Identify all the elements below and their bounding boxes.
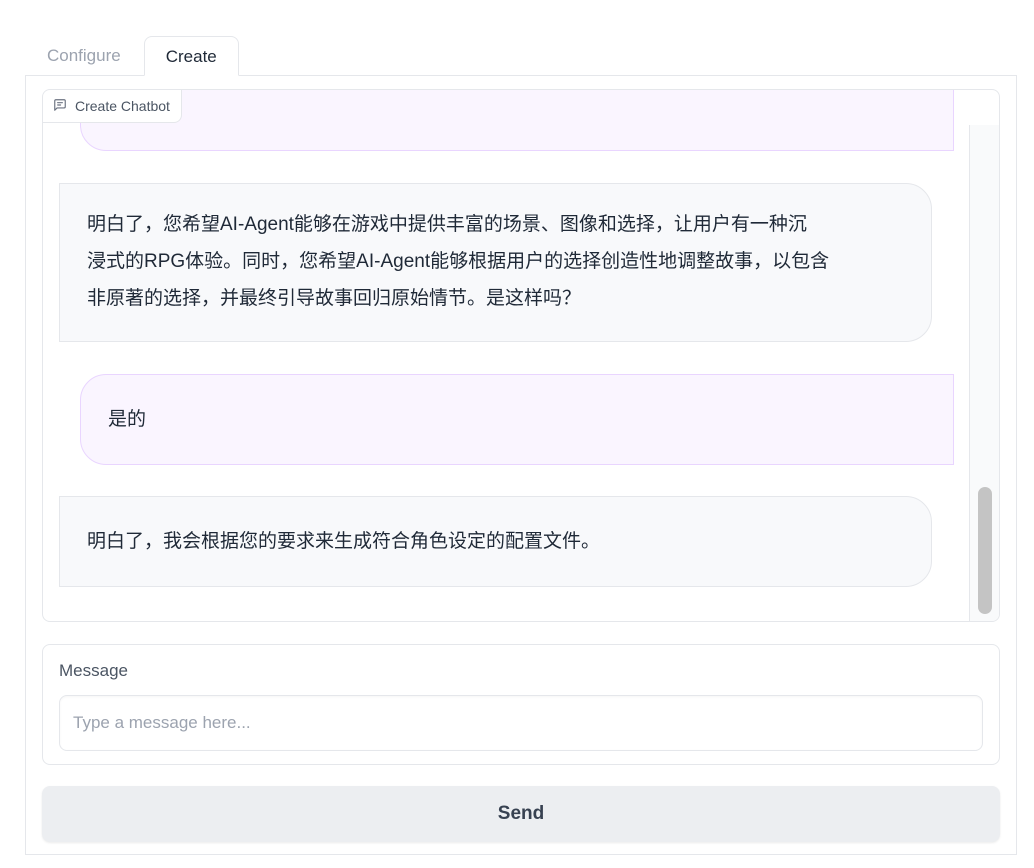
chatbot-label-text: Create Chatbot: [75, 98, 170, 114]
message-user: [80, 90, 954, 151]
tab-configure[interactable]: Configure: [26, 36, 142, 76]
message-box: Message: [42, 644, 1000, 765]
message-label: Message: [59, 661, 128, 680]
message-line: 明白了，我会根据您的要求来生成符合角色设定的配置文件。: [87, 531, 601, 552]
message-user: 是的: [80, 374, 954, 465]
chat-messages: 明白了，您希望AI-Agent能够在游戏中提供丰富的场景、图像和选择，让用户有一…: [43, 90, 970, 621]
message-line: 是的: [108, 409, 147, 430]
tab-bar: Configure Create: [26, 36, 239, 76]
tab-create[interactable]: Create: [143, 36, 239, 76]
chat-scrollbar[interactable]: [969, 125, 999, 621]
message-bot: 明白了，我会根据您的要求来生成符合角色设定的配置文件。: [59, 496, 932, 587]
message-line: 非原著的选择，并最终引导故事回归原始情节。是这样吗？: [87, 288, 582, 309]
chatbot-label: Create Chatbot: [43, 90, 182, 123]
chat-icon: [53, 98, 67, 115]
message-line: 浸式的RPG体验。同时，您希望AI-Agent能够根据用户的选择创造性地调整故事…: [87, 251, 830, 272]
message-input[interactable]: [59, 695, 983, 751]
send-button[interactable]: Send: [42, 786, 1000, 842]
chatbot: Create Chatbot 明白了，您希望AI-Agent能够在游戏中提供丰富…: [42, 89, 1000, 622]
message-bot: 明白了，您希望AI-Agent能够在游戏中提供丰富的场景、图像和选择，让用户有一…: [59, 183, 932, 342]
chat-scrollbar-thumb[interactable]: [978, 487, 992, 614]
message-line: 明白了，您希望AI-Agent能够在游戏中提供丰富的场景、图像和选择，让用户有一…: [87, 214, 807, 235]
